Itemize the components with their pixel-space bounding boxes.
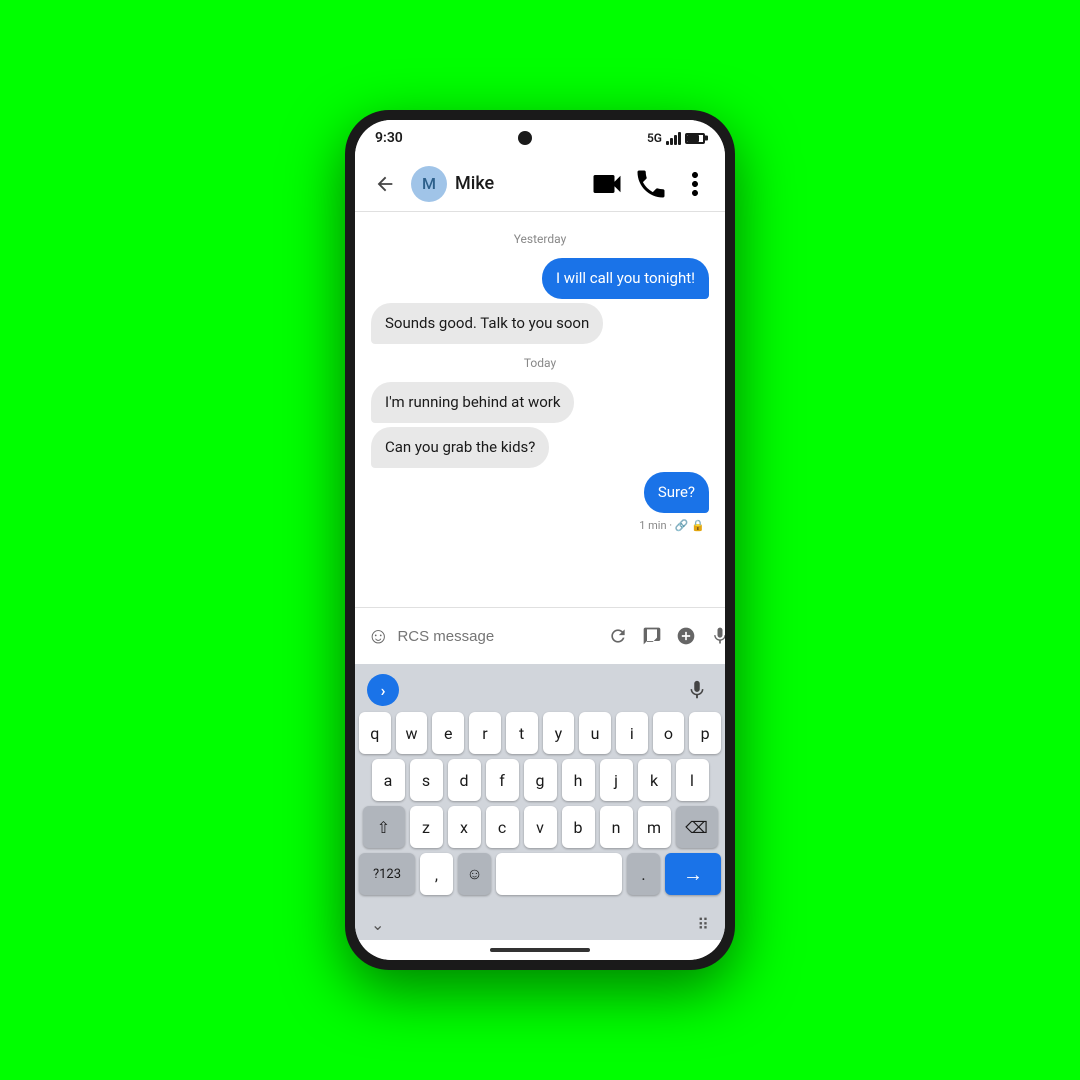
key-comma[interactable]: , — [420, 853, 453, 895]
chevron-down-icon[interactable]: ⌄ — [371, 915, 384, 934]
key-z[interactable]: z — [410, 806, 443, 848]
message-bubble: Sure? — [644, 472, 709, 513]
key-m[interactable]: m — [638, 806, 671, 848]
refresh-icon[interactable] — [604, 622, 632, 650]
battery-icon — [685, 133, 705, 144]
contact-avatar[interactable]: M — [411, 166, 447, 202]
message-input-area: ☺ — [355, 607, 725, 664]
message-row: Sure? — [371, 472, 709, 513]
key-l[interactable]: l — [676, 759, 709, 801]
network-label: 5G — [647, 131, 662, 145]
key-b[interactable]: b — [562, 806, 595, 848]
key-i[interactable]: i — [616, 712, 648, 754]
key-send[interactable]: → — [665, 853, 721, 895]
message-row: Sounds good. Talk to you soon — [371, 303, 709, 344]
app-bar: M Mike — [355, 156, 725, 212]
status-time: 9:30 — [375, 130, 403, 146]
key-p[interactable]: p — [689, 712, 721, 754]
key-c[interactable]: c — [486, 806, 519, 848]
key-e[interactable]: e — [432, 712, 464, 754]
key-o[interactable]: o — [653, 712, 685, 754]
keyboard-row-4: ?123 , ☺ . → — [359, 853, 721, 895]
camera-notch — [518, 131, 532, 145]
key-w[interactable]: w — [396, 712, 428, 754]
key-backspace[interactable]: ⌫ — [676, 806, 718, 848]
message-meta: 1 min · 🔗 🔒 — [371, 519, 709, 532]
date-divider-today: Today — [371, 356, 709, 370]
message-bubble: I'm running behind at work — [371, 382, 574, 423]
key-r[interactable]: r — [469, 712, 501, 754]
key-t[interactable]: t — [506, 712, 538, 754]
back-button[interactable] — [367, 166, 403, 202]
key-f[interactable]: f — [486, 759, 519, 801]
keyboard-row-2: a s d f g h j k l — [359, 759, 721, 801]
keyboard-switcher-icon[interactable]: ⠿ — [697, 915, 709, 934]
input-right-icons — [604, 622, 725, 650]
phone-screen: 9:30 5G — [355, 120, 725, 960]
message-bubble: Can you grab the kids? — [371, 427, 549, 468]
key-space[interactable] — [496, 853, 622, 895]
keyboard-row-3: ⇧ z x c v b n m ⌫ — [359, 806, 721, 848]
date-divider-yesterday: Yesterday — [371, 232, 709, 246]
key-q[interactable]: q — [359, 712, 391, 754]
sticker-icon[interactable] — [638, 622, 666, 650]
message-bubble: Sounds good. Talk to you soon — [371, 303, 603, 344]
message-row: I'm running behind at work — [371, 382, 709, 423]
keyboard-mic-button[interactable] — [681, 674, 713, 706]
emoji-button[interactable]: ☺ — [367, 618, 389, 654]
keyboard-row-1: q w e r t y u i o p — [359, 712, 721, 754]
keyboard-expand-button[interactable]: › — [367, 674, 399, 706]
status-bar: 9:30 5G — [355, 120, 725, 156]
key-n[interactable]: n — [600, 806, 633, 848]
keyboard: › q w e r t y u i o p a — [355, 664, 725, 908]
key-period[interactable]: . — [627, 853, 660, 895]
voice-icon[interactable] — [706, 622, 725, 650]
bottom-bar: ⌄ ⠿ — [355, 908, 725, 940]
more-options-button[interactable] — [677, 166, 713, 202]
contact-name[interactable]: Mike — [455, 173, 581, 194]
add-icon[interactable] — [672, 622, 700, 650]
key-shift[interactable]: ⇧ — [363, 806, 405, 848]
key-d[interactable]: d — [448, 759, 481, 801]
key-h[interactable]: h — [562, 759, 595, 801]
signal-icon — [666, 131, 681, 145]
key-numbers[interactable]: ?123 — [359, 853, 415, 895]
key-a[interactable]: a — [372, 759, 405, 801]
home-bar — [490, 948, 590, 952]
phone-call-button[interactable] — [633, 166, 669, 202]
message-row: Can you grab the kids? — [371, 427, 709, 468]
messages-area: Yesterday I will call you tonight! Sound… — [355, 212, 725, 607]
status-icons: 5G — [647, 131, 705, 145]
expand-arrow-icon: › — [381, 681, 386, 700]
key-y[interactable]: y — [543, 712, 575, 754]
key-emoji[interactable]: ☺ — [458, 853, 491, 895]
message-row: I will call you tonight! — [371, 258, 709, 299]
message-input[interactable] — [397, 616, 596, 656]
key-g[interactable]: g — [524, 759, 557, 801]
key-j[interactable]: j — [600, 759, 633, 801]
home-indicator — [355, 940, 725, 960]
message-bubble: I will call you tonight! — [542, 258, 709, 299]
key-v[interactable]: v — [524, 806, 557, 848]
video-call-button[interactable] — [589, 166, 625, 202]
key-x[interactable]: x — [448, 806, 481, 848]
app-bar-actions — [589, 166, 713, 202]
key-k[interactable]: k — [638, 759, 671, 801]
key-s[interactable]: s — [410, 759, 443, 801]
phone-frame: 9:30 5G — [345, 110, 735, 970]
key-u[interactable]: u — [579, 712, 611, 754]
keyboard-toolbar: › — [359, 670, 721, 712]
